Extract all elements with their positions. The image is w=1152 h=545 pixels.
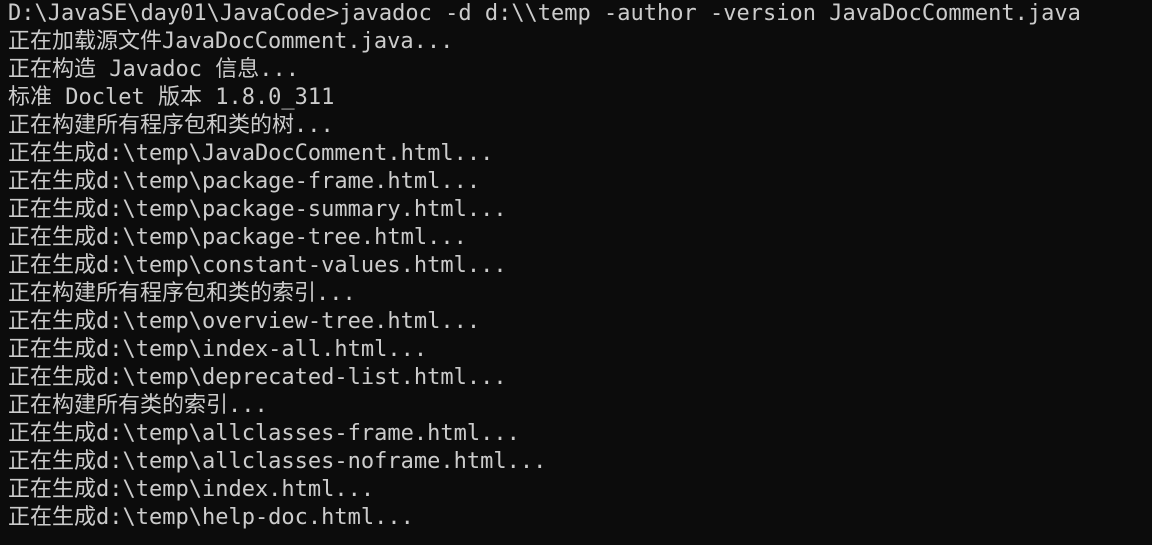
output-line: 正在生成d:\temp\allclasses-frame.html... (8, 421, 520, 446)
output-line: 正在生成d:\temp\index-all.html... (8, 337, 428, 362)
output-line: 正在生成d:\temp\help-doc.html... (8, 505, 414, 530)
output-line: 正在生成d:\temp\package-frame.html... (8, 169, 481, 194)
output-line: 正在构建所有程序包和类的索引... (8, 281, 356, 306)
output-line: 正在构建所有类的索引... (8, 393, 268, 418)
command-line: D:\JavaSE\day01\JavaCode>javadoc -d d:\\… (8, 1, 1081, 26)
output-line: 正在生成d:\temp\overview-tree.html... (8, 309, 481, 334)
output-line: 正在生成d:\temp\constant-values.html... (8, 253, 507, 278)
output-line: 正在生成d:\temp\JavaDocComment.html... (8, 141, 494, 166)
output-line: 正在生成d:\temp\deprecated-list.html... (8, 365, 507, 390)
output-line: 正在生成d:\temp\allclasses-noframe.html... (8, 449, 547, 474)
output-line: 正在生成d:\temp\index.html... (8, 477, 375, 502)
console-output[interactable]: D:\JavaSE\day01\JavaCode>javadoc -d d:\\… (0, 0, 1152, 545)
output-line: 正在生成d:\temp\package-summary.html... (8, 197, 507, 222)
output-line: 正在生成d:\temp\package-tree.html... (8, 225, 467, 250)
output-line: 标准 Doclet 版本 1.8.0_311 (8, 85, 335, 110)
output-line: 正在构造 Javadoc 信息... (8, 57, 299, 82)
output-line: 正在构建所有程序包和类的树... (8, 113, 334, 138)
output-line: 正在加载源文件JavaDocComment.java... (8, 29, 454, 54)
